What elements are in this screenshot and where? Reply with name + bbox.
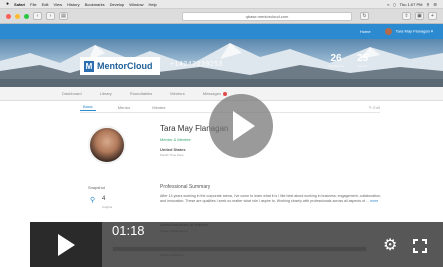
summary-text: After 14 years working in the corporate … [160, 194, 382, 204]
header-home-link[interactable]: Home [360, 29, 371, 34]
back-button[interactable]: ‹ [33, 12, 42, 20]
profile-location: United States [160, 147, 186, 152]
minimize-window-button[interactable] [15, 13, 20, 19]
tabs-icon[interactable]: ▣ [415, 12, 424, 20]
stat-label: connections [328, 64, 345, 68]
tab-roundtables[interactable]: Roundtables [130, 91, 152, 96]
menu-item-file[interactable]: File [30, 2, 36, 7]
banner-overlay-text: +14242039253 [170, 61, 223, 68]
stat-value: 26 [330, 53, 342, 64]
app-header: Home Tara May Flanagan ▾ [0, 24, 443, 39]
menu-item-window[interactable]: Window [129, 2, 143, 7]
menu-item-help[interactable]: Help [149, 2, 157, 7]
forward-button[interactable]: › [46, 12, 55, 20]
tab-messages[interactable]: Messages [203, 91, 227, 96]
play-icon [58, 234, 75, 256]
edit-profile-link[interactable]: ✎ Edit [369, 105, 380, 110]
menu-item-safari[interactable]: Safari [14, 2, 25, 7]
wifi-icon[interactable]: ≈ [387, 2, 389, 7]
profile-timezone: Pacific Time Zone [160, 153, 184, 157]
subtab-basic[interactable]: Basic [80, 104, 96, 111]
stat-connections[interactable]: 26 connections [328, 53, 344, 68]
browser-toolbar: ‹ › ▤ qbase.mentorcloud.com ↻ ⇧ ▣ + [0, 9, 443, 24]
profile-banner: M MentorCloud +14242039253 26 connection… [0, 39, 443, 87]
clock[interactable]: Thu 1:07 PM [400, 2, 423, 7]
zoom-window-button[interactable] [24, 13, 29, 19]
more-link[interactable]: more [370, 199, 378, 203]
snapshot-title: Snapshot [88, 185, 105, 190]
profile-role: Mentor & Mentee [160, 137, 191, 142]
tab-messages-label: Messages [202, 91, 221, 96]
menu-list-icon[interactable]: ☰ [433, 2, 437, 7]
chevron-down-icon: ▾ [430, 28, 433, 34]
profile-photo [88, 126, 126, 164]
tab-library[interactable]: Library [100, 91, 112, 96]
video-time: 01:18 [112, 223, 145, 238]
fullscreen-icon[interactable] [413, 239, 427, 253]
user-menu[interactable]: Tara May Flanagan ▾ [384, 28, 433, 35]
new-tab-icon[interactable]: + [428, 12, 437, 20]
subtab-mentor[interactable]: Mentor [118, 105, 130, 110]
snapshot-count-label: insights [102, 205, 113, 209]
big-play-button[interactable] [209, 94, 273, 158]
gear-icon[interactable]: ⚙ [383, 238, 397, 254]
battery-icon[interactable]: ▯ [393, 2, 395, 7]
menu-item-view[interactable]: View [54, 2, 63, 7]
search-icon[interactable]: ⚲ [426, 2, 429, 7]
play-icon [233, 111, 255, 141]
close-window-button[interactable] [6, 13, 11, 19]
video-progress-track[interactable] [112, 246, 367, 252]
logo-mark: M [84, 60, 94, 72]
mentorcloud-logo[interactable]: M MentorCloud [80, 57, 160, 75]
tab-dashboard[interactable]: Dashboard [62, 91, 82, 96]
avatar [384, 28, 392, 35]
address-bar[interactable]: qbase.mentorcloud.com [182, 11, 352, 21]
os-menubar: ● Safari File Edit View History Bookmark… [0, 0, 443, 9]
lightbulb-icon: ⚲ [90, 197, 96, 204]
apple-icon[interactable]: ● [6, 1, 9, 7]
stat-mentors[interactable]: 25 mentors [357, 53, 368, 68]
logo-text: MentorCloud [97, 61, 153, 71]
subtab-mentee[interactable]: Mentee [152, 105, 165, 110]
menu-item-history[interactable]: History [67, 2, 79, 7]
stat-label: mentors [357, 64, 368, 68]
play-button[interactable] [30, 222, 102, 267]
summary-body: After 14 years working in the corporate … [160, 194, 388, 204]
notification-badge [222, 91, 227, 96]
tab-mentors[interactable]: Mentors [170, 91, 184, 96]
menu-item-bookmarks[interactable]: Bookmarks [85, 2, 105, 7]
summary-title: Professional Summary [160, 184, 211, 190]
snapshot-count: 4 [102, 196, 106, 202]
stat-value: 25 [357, 53, 369, 64]
share-icon[interactable]: ⇧ [402, 12, 411, 20]
user-name: Tara May Flanagan [395, 28, 430, 34]
menu-item-develop[interactable]: Develop [110, 2, 125, 7]
menu-item-edit[interactable]: Edit [42, 2, 49, 7]
reload-icon[interactable]: ↻ [360, 12, 369, 20]
sidebar-icon[interactable]: ▤ [59, 12, 68, 20]
